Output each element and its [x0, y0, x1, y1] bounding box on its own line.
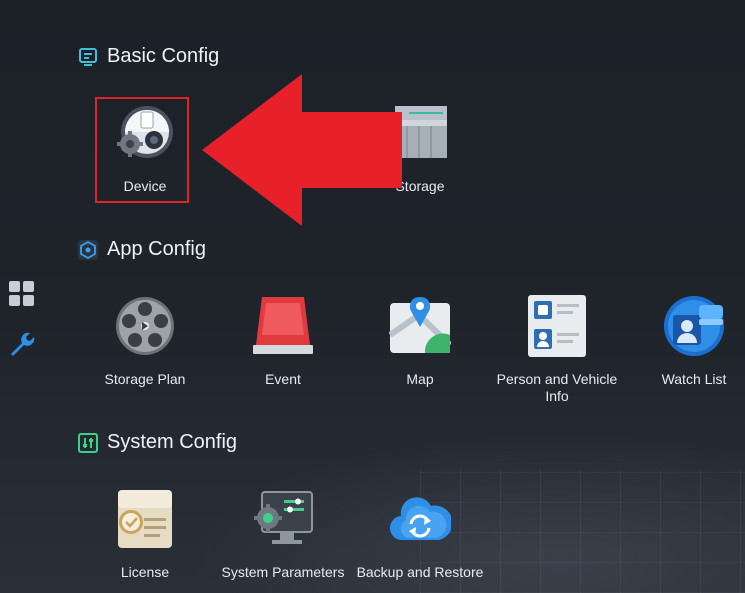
license-icon [114, 488, 176, 550]
tile-label: Storage Plan [104, 371, 186, 387]
tile-label: Person and Vehicle Info [496, 371, 618, 404]
annotation-arrow [202, 74, 402, 226]
watch-list-icon [663, 295, 725, 357]
section-title-basic-config: Basic Config [78, 45, 219, 68]
tile-label: Map [406, 371, 434, 387]
section-title-system-config: System Config [78, 431, 237, 454]
section-title-text: App Config [107, 238, 206, 260]
id-card-icon [526, 295, 588, 357]
section-title-text: Basic Config [107, 45, 220, 67]
monitor-icon [78, 47, 98, 67]
tile-event[interactable]: Event [218, 295, 348, 388]
tile-system-parameters[interactable]: System Parameters [218, 488, 348, 581]
system-settings-icon [78, 432, 98, 453]
section-title-app-config: App Config [78, 238, 206, 261]
tile-label: Event [265, 371, 301, 387]
system-parameters-icon [252, 488, 314, 550]
tile-license[interactable]: License [80, 488, 210, 581]
tile-person-and-vehicle-info[interactable]: Person and Vehicle Info [492, 295, 622, 405]
tile-label: License [120, 564, 170, 580]
film-reel-icon [114, 295, 176, 357]
tile-backup-and-restore[interactable]: Backup and Restore [355, 488, 485, 581]
alarm-light-icon [252, 295, 314, 357]
tile-storage-plan[interactable]: Storage Plan [80, 295, 210, 388]
app-hexagon-icon [78, 239, 98, 260]
tile-label: Watch List [661, 371, 727, 387]
map-icon [388, 295, 453, 357]
tile-watch-list[interactable]: Watch List [629, 295, 745, 388]
apps-grid-icon[interactable] [8, 280, 36, 308]
section-title-text: System Config [107, 431, 238, 453]
tile-label: Backup and Restore [356, 564, 484, 580]
tile-label: System Parameters [221, 564, 345, 580]
tile-map[interactable]: Map [355, 295, 485, 388]
wrench-icon[interactable] [8, 330, 36, 358]
annotation-highlight-box [95, 97, 189, 203]
cloud-sync-icon [389, 488, 453, 550]
